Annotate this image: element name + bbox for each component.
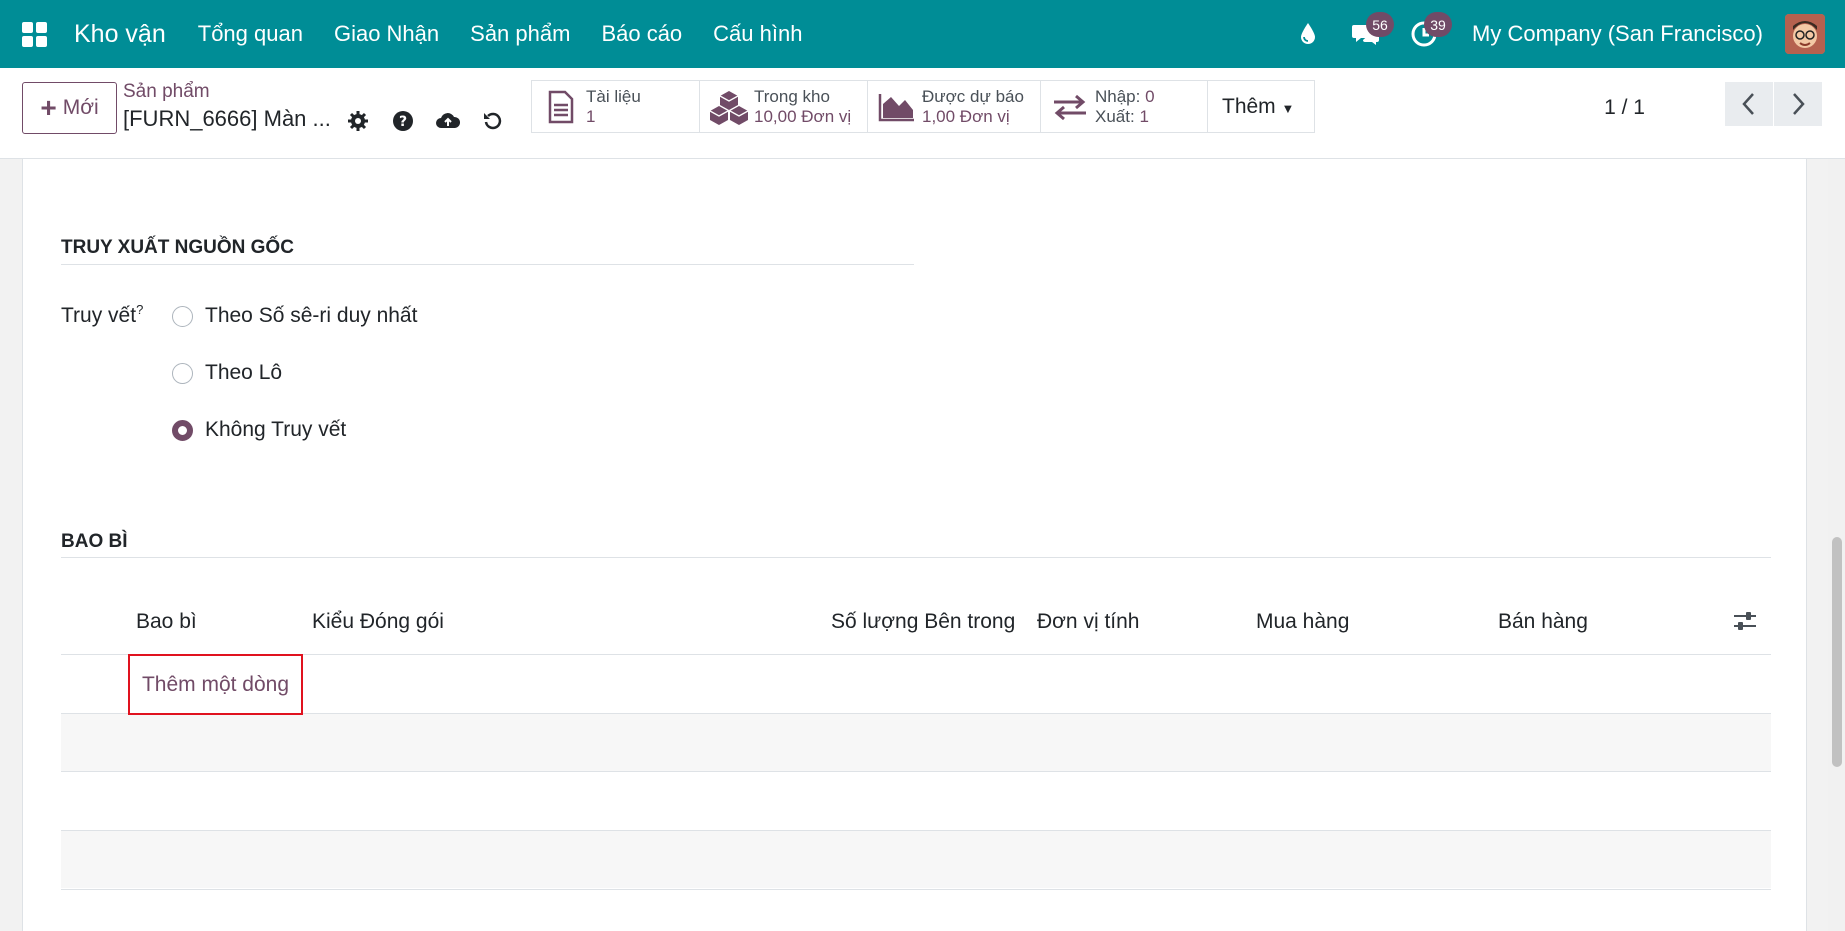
menu-reporting[interactable]: Báo cáo [601,21,682,47]
breadcrumb-parent[interactable]: Sản phẩm [123,81,210,103]
packaging-section-title: BAO BÌ [61,531,128,552]
pager-previous-button[interactable] [1725,82,1773,126]
breadcrumb-current: [FURN_6666] Màn ... [123,106,331,131]
chevron-right-icon [1793,93,1805,115]
menu-configuration[interactable]: Cấu hình [713,21,802,47]
menu-operations[interactable]: Giao Nhận [334,21,439,47]
col-purchase[interactable]: Mua hàng [1256,610,1349,634]
add-a-line-button[interactable]: Thêm một dòng [128,654,303,715]
forecasted-value: 1,00 Đơn vị [922,106,1010,126]
apps-menu-icon[interactable] [0,0,68,68]
radio-lot[interactable] [172,362,193,384]
menu-overview[interactable]: Tổng quan [198,21,303,47]
documents-smart-button[interactable]: Tài liệu 1 [531,80,700,133]
gear-icon[interactable] [335,106,380,136]
on-hand-smart-button[interactable]: Trong kho 10,00 Đơn vị [699,80,868,133]
optional-columns-sliders-icon[interactable] [1733,610,1757,637]
chevron-left-icon [1742,93,1754,115]
on-hand-label: Trong kho [754,86,830,106]
new-button[interactable]: + Mới [22,82,117,134]
more-dropdown-button[interactable]: Thêm ▼ [1207,80,1315,133]
save-cloud-icon[interactable] [425,106,470,136]
help-icon[interactable]: ? [380,106,425,136]
vertical-scrollbar[interactable] [1828,159,1845,931]
forecasted-label: Được dự báo [922,86,1024,106]
traceability-divider [61,264,914,265]
packaging-divider [61,557,1771,558]
table-row [61,714,1771,771]
tooltip-mark[interactable]: ? [136,302,143,317]
col-packaging[interactable]: Bao bì [136,610,197,634]
tracking-field-label: Truy vết? [61,302,143,328]
form-sheet: TRUY XUẤT NGUỒN GỐC Truy vết? Theo Số sê… [22,159,1807,931]
radio-serial-label[interactable]: Theo Số sê-ri duy nhất [205,304,417,328]
area-chart-icon [876,92,918,122]
more-label: Thêm [1222,94,1276,118]
table-row-divider [61,889,1771,890]
file-text-icon [540,90,582,124]
control-panel: + Mới Sản phẩm [FURN_6666] Màn ... ? Tài … [0,68,1845,159]
app-title[interactable]: Kho vận [74,20,166,49]
table-row-divider [61,830,1771,831]
radio-none-checked[interactable] [172,419,193,441]
radio-lot-label[interactable]: Theo Lô [205,361,282,385]
messages-badge: 56 [1366,12,1395,37]
exchange-arrows-icon [1049,93,1091,121]
out-value: 1 [1139,106,1149,126]
radio-none-label[interactable]: Không Truy vết [205,418,346,442]
pager-next-button[interactable] [1774,82,1822,126]
tracking-label-text: Truy vết [61,304,137,327]
table-row-divider [61,771,1771,772]
out-label: Xuất: [1095,106,1135,126]
col-uom[interactable]: Đơn vị tính [1037,610,1139,634]
radio-serial[interactable] [172,305,193,327]
new-button-label: Mới [62,96,99,119]
activities-clock-icon[interactable]: 39 [1404,12,1453,54]
traceability-section-title: TRUY XUẤT NGUỒN GỐC [61,237,294,258]
table-header-divider [61,654,1771,655]
radio-option-lot[interactable]: Theo Lô [172,361,282,385]
documents-label: Tài liệu [586,86,641,106]
col-package-type[interactable]: Kiểu Đóng gói [312,610,444,634]
activities-badge: 39 [1424,12,1453,37]
radio-option-serial[interactable]: Theo Số sê-ri duy nhất [172,304,417,328]
menu-products[interactable]: Sản phẩm [470,21,570,47]
col-sales[interactable]: Bán hàng [1498,610,1588,634]
discard-undo-icon[interactable] [470,106,515,136]
user-avatar[interactable] [1785,14,1825,54]
in-value: 0 [1145,86,1155,106]
in-out-smart-button[interactable]: Nhập: 0 Xuất: 1 [1040,80,1208,133]
cubes-icon [708,89,750,125]
forecasted-smart-button[interactable]: Được dự báo 1,00 Đơn vị [867,80,1041,133]
col-contained-qty[interactable]: Số lượng Bên trong [831,610,1015,634]
svg-text:?: ? [398,114,406,130]
main-menu: Tổng quan Giao Nhận Sản phẩm Báo cáo Cấu… [198,21,834,47]
radio-option-none[interactable]: Không Truy vết [172,418,346,442]
messages-icon[interactable]: 56 [1346,12,1395,54]
pager-value[interactable]: 1 / 1 [1604,86,1645,130]
company-switcher[interactable]: My Company (San Francisco) [1472,21,1763,47]
top-navbar: Kho vận Tổng quan Giao Nhận Sản phẩm Báo… [0,0,1845,68]
documents-value: 1 [586,106,596,126]
caret-down-icon: ▼ [1281,100,1295,116]
drop-icon[interactable] [1288,14,1328,54]
in-label: Nhập: [1095,86,1141,106]
table-row [61,831,1771,888]
on-hand-value: 10,00 Đơn vị [754,106,852,126]
scrollbar-thumb[interactable] [1832,537,1842,767]
